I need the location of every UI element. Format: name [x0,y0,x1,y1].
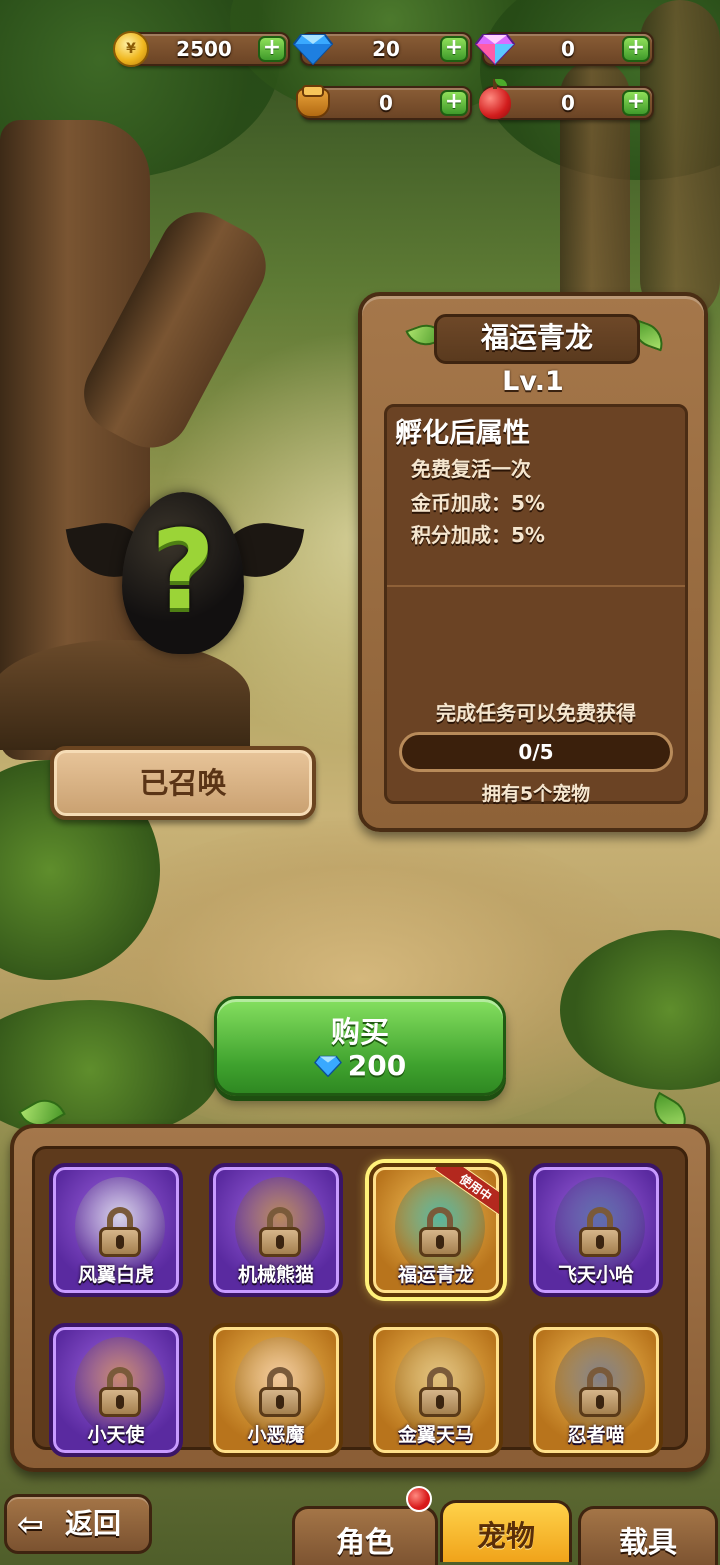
pet-name: 小恶魔 [247,1424,305,1446]
apple-counter: 0 + [479,79,654,120]
pet-card[interactable]: 机械熊猫 [209,1163,343,1297]
pet-card[interactable]: 飞天小哈 [529,1163,663,1297]
diamond-icon [313,1055,342,1077]
pet-name: 机械熊猫 [237,1264,314,1286]
pet-card[interactable]: 小天使 [49,1323,183,1457]
lock-icon [579,1367,621,1417]
attribute-line: 金币加成：5% [411,491,545,515]
task-progress-bar: 0/5 [399,732,673,772]
notification-dot [406,1486,432,1512]
buy-label: 购买 [330,1015,389,1049]
coin-icon: ¥ [110,28,152,70]
tab-character[interactable]: 角色 [292,1506,438,1565]
summoned-button[interactable]: 已召唤 [50,746,316,820]
coin-counter: ¥ 2500 + [113,31,290,67]
apple-value: 0 [561,91,575,115]
pet-info-panel: 福运青龙 Lv.1 孵化后属性 免费复活一次 金币加成：5% 积分加成：5% 完… [358,292,708,832]
tab-vehicles[interactable]: 载具 [578,1506,718,1565]
attribute-line: 免费复活一次 [411,457,531,481]
add-diamonds-button[interactable]: + [440,36,468,62]
attribute-box: 孵化后属性 免费复活一次 金币加成：5% 积分加成：5% 完成任务可以免费获得 … [384,404,688,805]
divider [387,585,685,587]
back-arrow-icon: ⇦ [17,1505,44,1543]
attribute-line: 积分加成：5% [411,523,545,547]
lock-icon [99,1367,141,1417]
pet-card[interactable]: 使用中 福运青龙 [369,1163,503,1297]
attribute-heading: 孵化后属性 [395,418,530,449]
add-apples-button[interactable]: + [622,90,650,116]
coin-value: 2500 [176,37,232,61]
back-label: 返回 [65,1507,122,1540]
pet-name: 忍者喵 [567,1424,625,1446]
pet-card[interactable]: 忍者喵 [529,1323,663,1457]
own-pets-note: 拥有5个宠物 [481,783,591,805]
lock-icon [259,1207,301,1257]
lock-icon [419,1207,461,1257]
lock-icon [579,1207,621,1257]
crystal-icon [474,28,516,70]
pet-name: 福运青龙 [397,1264,474,1286]
add-honey-button[interactable]: + [440,90,468,116]
buy-price: 200 [217,1049,503,1082]
progress-text: 0/5 [518,740,554,764]
pet-card[interactable]: 小恶魔 [209,1323,343,1457]
pet-name: 飞天小哈 [557,1264,634,1286]
apple-icon [474,79,516,124]
pet-grid-panel: 风翼白虎 机械熊猫 使用中 福运青龙飞天小哈小天使 小恶魔 金翼天马 忍者喵 [10,1124,710,1472]
add-coins-button[interactable]: + [258,36,286,62]
pet-name: 金翼天马 [397,1424,474,1446]
crystal-counter: 0 + [475,32,654,66]
back-button[interactable]: ⇦ 返回 [4,1494,152,1554]
buy-button[interactable]: 购买 200 [214,996,506,1096]
lock-icon [419,1367,461,1417]
pet-name: 小天使 [87,1424,145,1446]
egg-icon: ? [122,492,244,654]
honey-jar-icon [292,82,334,124]
pet-name-title: 福运青龙 [434,314,640,364]
diamond-value: 20 [372,37,400,61]
honey-counter: 0 + [296,85,472,120]
pet-grid: 风翼白虎 机械熊猫 使用中 福运青龙飞天小哈小天使 小恶魔 金翼天马 忍者喵 [32,1146,688,1457]
pet-level: Lv.1 [502,366,564,397]
lock-icon [259,1367,301,1417]
buy-price-value: 200 [347,1049,407,1082]
diamond-icon [292,28,334,70]
task-note: 完成任务可以免费获得 [436,701,636,725]
diamond-counter: 20 + [293,32,472,66]
honey-value: 0 [379,91,393,115]
pet-card[interactable]: 风翼白虎 [49,1163,183,1297]
pet-card[interactable]: 金翼天马 [369,1323,503,1457]
tab-pets[interactable]: 宠物 [440,1500,572,1562]
add-crystals-button[interactable]: + [622,36,650,62]
crystal-value: 0 [561,37,575,61]
lock-icon [99,1207,141,1257]
mystery-pet-egg: ? [65,490,305,660]
pet-name: 风翼白虎 [77,1264,154,1286]
question-mark: ? [151,506,215,634]
